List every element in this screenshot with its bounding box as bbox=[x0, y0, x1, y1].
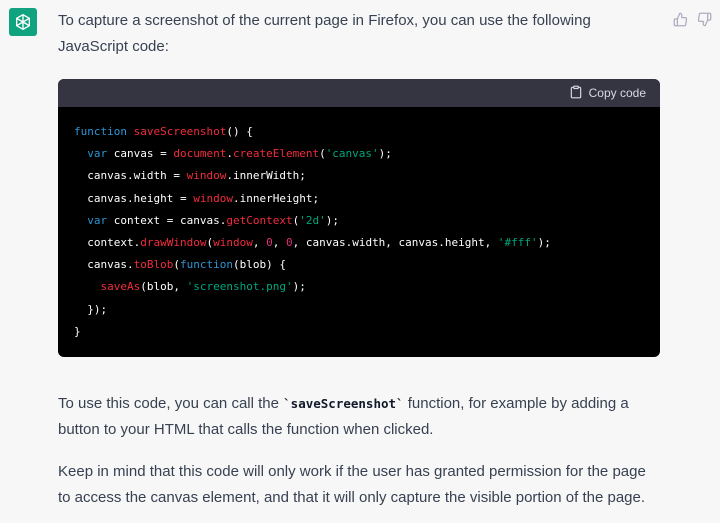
thumbs-up-icon[interactable] bbox=[672, 11, 688, 27]
message-content: To capture a screenshot of the current p… bbox=[58, 8, 662, 511]
note-paragraph: Keep in mind that this code will only wo… bbox=[58, 463, 646, 507]
intro-paragraph: To capture a screenshot of the current p… bbox=[58, 12, 591, 55]
code-line: canvas.height = window.innerHeight; bbox=[87, 191, 320, 205]
copy-code-button[interactable]: Copy code bbox=[569, 85, 646, 102]
code-line: var canvas = document.createElement('can… bbox=[87, 147, 392, 161]
clipboard-icon bbox=[569, 85, 583, 102]
inline-code: `saveScreenshot` bbox=[283, 396, 404, 412]
code-block-header: Copy code bbox=[58, 79, 660, 107]
openai-logo-icon bbox=[9, 8, 37, 36]
usage-paragraph: To use this code, you can call the `save… bbox=[58, 395, 629, 439]
code-line: context.drawWindow(window, 0, 0, canvas.… bbox=[87, 236, 551, 250]
code-line: var context = canvas.getContext('2d'); bbox=[87, 213, 339, 227]
code-line: canvas.width = window.innerWidth; bbox=[87, 169, 306, 183]
code-content: function saveScreenshot() { var canvas =… bbox=[58, 107, 660, 357]
code-line: canvas.toBlob(function(blob) { bbox=[87, 258, 286, 272]
thumbs-down-icon[interactable] bbox=[696, 11, 712, 27]
feedback-buttons bbox=[672, 11, 712, 27]
code-line: } bbox=[74, 324, 81, 338]
copy-code-label: Copy code bbox=[588, 86, 646, 100]
assistant-message: To capture a screenshot of the current p… bbox=[0, 0, 720, 523]
code-line: saveAs(blob, 'screenshot.png'); bbox=[100, 280, 306, 294]
code-block: Copy code function saveScreenshot() { va… bbox=[58, 79, 660, 358]
code-line: }); bbox=[87, 302, 108, 316]
code-line: function saveScreenshot() { bbox=[74, 125, 253, 138]
